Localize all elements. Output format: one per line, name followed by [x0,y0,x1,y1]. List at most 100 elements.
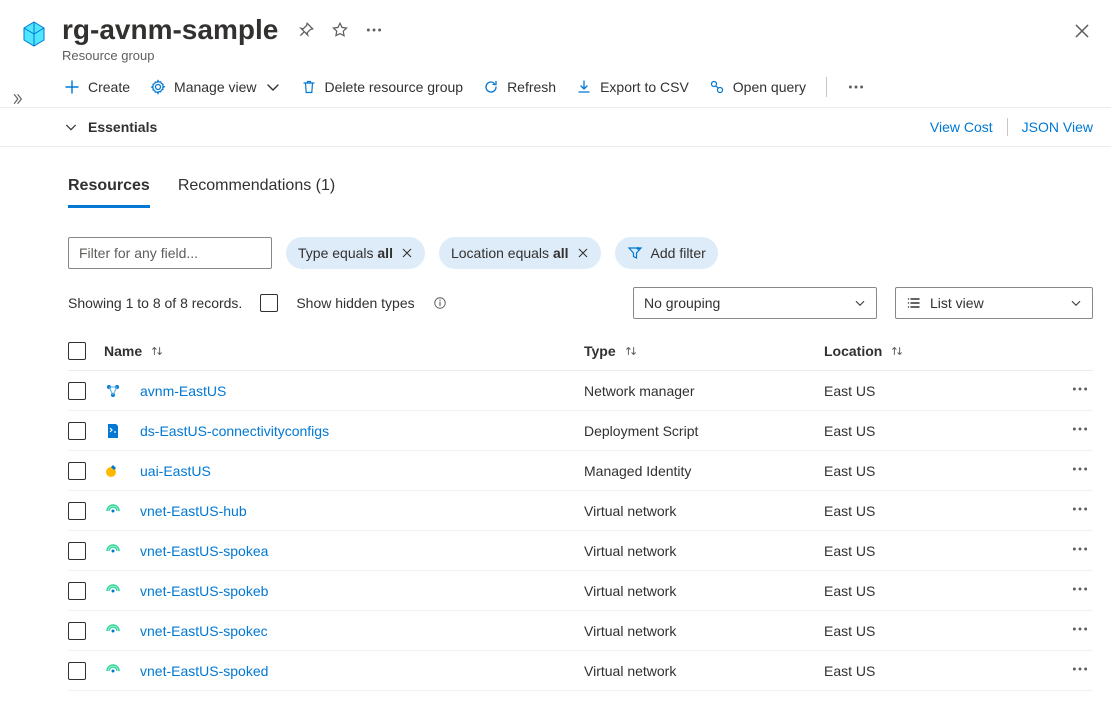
filter-pill-location[interactable]: Location equals all [439,237,601,269]
row-more-button[interactable] [1071,460,1089,481]
virtual-network-icon [104,542,122,560]
resource-link[interactable]: vnet-EastUS-spokec [140,623,268,639]
row-checkbox[interactable] [68,542,86,560]
json-view-link[interactable]: JSON View [1022,119,1093,135]
column-header-type[interactable]: Type [584,343,824,359]
table-row: ds-EastUS-connectivityconfigsDeployment … [68,411,1093,451]
tab-recommendations[interactable]: Recommendations (1) [178,169,335,208]
toolbar-divider [826,77,827,97]
view-mode-value: List view [930,295,984,311]
download-icon [576,79,592,95]
resource-type: Managed Identity [584,463,691,479]
select-all-checkbox[interactable] [68,342,86,360]
resource-type: Virtual network [584,583,676,599]
row-checkbox[interactable] [68,582,86,600]
sort-icon [890,344,904,358]
resource-group-icon [18,18,50,50]
close-icon[interactable] [577,247,589,259]
row-more-button[interactable] [1071,420,1089,441]
filter-pill-type[interactable]: Type equals all [286,237,425,269]
refresh-button[interactable]: Refresh [483,79,556,95]
page-title: rg-avnm-sample [62,14,278,46]
table-row: avnm-EastUSNetwork managerEast US [68,371,1093,411]
essentials-toggle[interactable]: Essentials [64,119,157,135]
resource-location: East US [824,583,875,599]
row-more-button[interactable] [1071,500,1089,521]
row-checkbox[interactable] [68,622,86,640]
filter-type-label: Type equals all [298,245,393,261]
resource-type: Virtual network [584,503,676,519]
show-hidden-checkbox[interactable] [260,294,278,312]
sort-icon [624,344,638,358]
view-cost-link[interactable]: View Cost [930,119,993,135]
list-icon [906,295,922,311]
add-filter-label: Add filter [651,245,706,261]
filter-location-label: Location equals all [451,245,569,261]
filter-input[interactable] [68,237,272,269]
resource-link[interactable]: vnet-EastUS-hub [140,503,247,519]
row-checkbox[interactable] [68,662,86,680]
resource-link[interactable]: vnet-EastUS-spokeb [140,583,268,599]
delete-label: Delete resource group [325,79,464,95]
pin-icon[interactable] [296,20,316,40]
table-row: vnet-EastUS-spokeb Virtual network East US [68,571,1093,611]
row-more-button[interactable] [1071,540,1089,561]
delete-button[interactable]: Delete resource group [301,79,464,95]
resource-link[interactable]: ds-EastUS-connectivityconfigs [140,423,329,439]
column-header-location[interactable]: Location [824,343,984,359]
open-query-button[interactable]: Open query [709,79,806,95]
row-checkbox[interactable] [68,502,86,520]
deployment-script-icon [104,422,122,440]
export-csv-button[interactable]: Export to CSV [576,79,689,95]
table-row: vnet-EastUS-spokedVirtual networkEast US [68,651,1093,691]
export-label: Export to CSV [600,79,689,95]
create-button[interactable]: Create [64,79,130,95]
row-more-button[interactable] [1071,380,1089,401]
table-row: vnet-EastUS-spokecVirtual networkEast US [68,611,1093,651]
resource-location: East US [824,663,875,679]
virtual-network-icon [104,502,122,520]
chevron-down-icon [854,297,866,309]
open-query-label: Open query [733,79,806,95]
column-header-name[interactable]: Name [104,343,584,359]
star-icon[interactable] [330,20,350,40]
filter-add-icon [627,245,643,261]
sort-icon [150,344,164,358]
refresh-icon [483,79,499,95]
row-checkbox[interactable] [68,382,86,400]
row-checkbox[interactable] [68,462,86,480]
view-mode-select[interactable]: List view [895,287,1093,319]
chevron-down-icon [1070,297,1082,309]
resource-link[interactable]: vnet-EastUS-spoked [140,663,268,679]
manage-view-button[interactable]: Manage view [150,79,281,95]
tab-bar: Resources Recommendations (1) [68,169,1093,209]
link-divider [1007,118,1008,136]
row-more-button[interactable] [1071,580,1089,601]
show-hidden-label: Show hidden types [296,295,414,311]
tab-resources[interactable]: Resources [68,169,150,208]
row-more-button[interactable] [1071,660,1089,681]
chevron-down-icon [265,79,281,95]
close-icon[interactable] [1073,22,1093,42]
expand-sidebar-icon[interactable] [10,92,24,109]
managed-identity-icon [104,462,122,480]
resource-link[interactable]: avnm-EastUS [140,383,226,399]
resource-link[interactable]: uai-EastUS [140,463,211,479]
resource-location: East US [824,383,875,399]
resource-link[interactable]: vnet-EastUS-spokea [140,543,268,559]
add-filter-button[interactable]: Add filter [615,237,718,269]
resources-table: Name Type Location avnm-EastUSNetwork ma… [68,331,1093,691]
resource-type: Virtual network [584,543,676,559]
manage-view-label: Manage view [174,79,257,95]
row-checkbox[interactable] [68,422,86,440]
info-icon[interactable] [433,296,447,310]
resource-location: East US [824,503,875,519]
grouping-select[interactable]: No grouping [633,287,877,319]
resource-location: East US [824,423,875,439]
row-more-button[interactable] [1071,620,1089,641]
close-icon[interactable] [401,247,413,259]
virtual-network-icon [104,622,122,640]
toolbar-more-button[interactable] [847,78,865,96]
more-icon[interactable] [364,20,384,40]
virtual-network-icon [104,582,122,600]
